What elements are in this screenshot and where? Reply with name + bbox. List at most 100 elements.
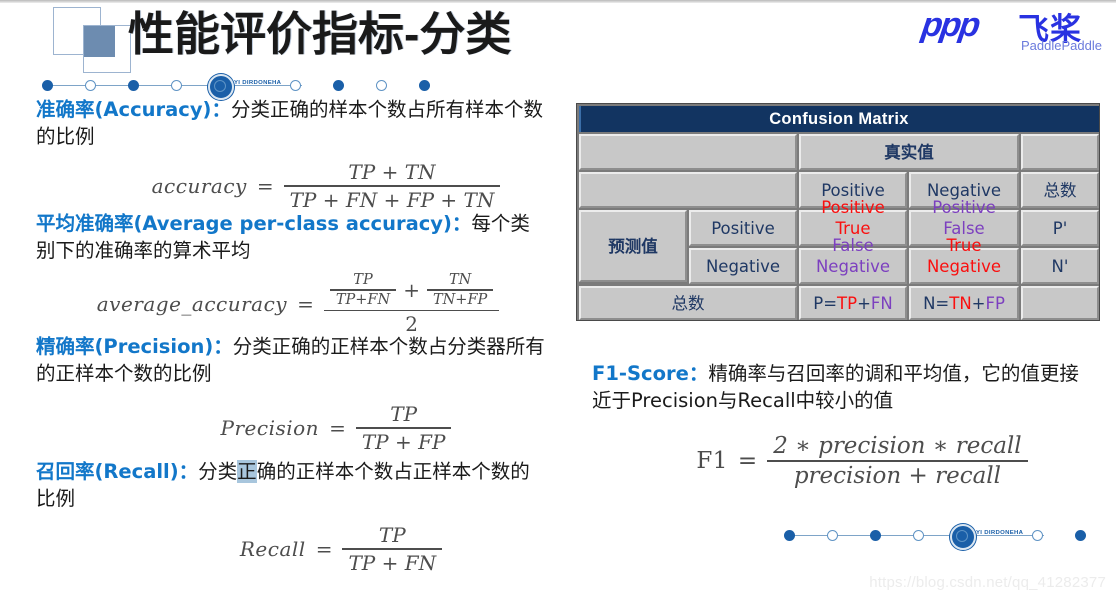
dotline-badge-label: YI DIRDONEHA: [976, 530, 1024, 536]
top-divider: [0, 0, 1116, 3]
cm-corner-blank-top: [579, 134, 797, 170]
dotline-dot: [85, 80, 96, 91]
paddle-logo-mark: ppp: [919, 6, 982, 44]
formula-precision: Precision = TP TP + FP: [126, 401, 546, 455]
cm-tn-line2: Negative: [926, 256, 1002, 276]
cm-tp-line2: Positive: [821, 197, 885, 217]
decor-dotline-top: YI DIRDONEHA: [40, 74, 430, 100]
cm-row-header-negative: Negative: [689, 248, 797, 284]
slide-canvas: 性能评价指标-分类 ppp 飞桨 PaddlePaddle YI DIRDONE…: [0, 0, 1116, 595]
formula-numerator: TP: [390, 402, 418, 426]
page-title: 性能评价指标-分类: [128, 8, 512, 60]
formula-subfraction-left: TP TP+FN: [329, 271, 397, 309]
cm-tn-line1: True: [946, 235, 982, 255]
metric-f1-text: F1-Score：精确率与召回率的调和平均值，它的值更接近于Precision与…: [592, 360, 1092, 414]
formula-accuracy-fraction: TP + TN TP + FN + FP + TN: [283, 159, 501, 213]
cm-row-header-positive: Positive: [689, 210, 797, 246]
equals-sign: =: [329, 415, 346, 440]
cm-cell-p-prime: P': [1021, 210, 1099, 246]
equals-sign: =: [737, 447, 758, 474]
cm-total-p-eq: P=: [813, 293, 838, 313]
formula-denominator: TP + FN + FP + TN: [289, 187, 495, 212]
cm-cell-true-positive-line2: Positive: [799, 196, 907, 218]
formula-average-name: average_accuracy: [96, 291, 288, 316]
cm-col-header-total: 总数: [1021, 172, 1099, 208]
metric-recall: 召回率(Recall)：分类正确的正样本个数占正样本个数的比例 Recall =…: [36, 458, 546, 576]
cm-cell-false-positive-line2: Positive: [909, 196, 1019, 218]
confusion-matrix-title: Confusion Matrix: [579, 106, 1099, 132]
dotline-badge-label: YI DIRDONEHA: [234, 80, 282, 86]
formula-recall: Recall = TP TP + FN: [136, 522, 546, 576]
formula-precision-fraction: TP TP + FP: [355, 401, 452, 455]
cm-total-n-fp: FP: [985, 293, 1005, 313]
cm-total-n-tn: TN: [949, 293, 972, 313]
formula-accuracy: accuracy = TP + TN TP + FN + FP + TN: [106, 159, 546, 213]
metric-accuracy-term: 准确率(Accuracy)：: [36, 98, 231, 121]
cm-total-corner-blank: [1021, 286, 1099, 320]
metric-precision: 精确率(Precision)：分类正确的正样本个数占分类器所有的正样本个数的比例…: [36, 333, 546, 455]
formula-average-accuracy: average_accuracy = TP TP+FN + TN TN+FP 2: [50, 270, 546, 337]
confusion-matrix-table: Confusion Matrix 真实值 Positive Negative 总…: [576, 103, 1100, 321]
cm-total-n-eq: N=: [923, 293, 950, 313]
formula-recall-fraction: TP TP + FN: [342, 522, 443, 576]
cm-row-group-label: 预测值: [579, 210, 687, 282]
formula-numerator: TP: [378, 523, 406, 547]
formula-recall-name: Recall: [239, 536, 306, 561]
formula-precision-name: Precision: [220, 415, 320, 440]
watermark-url: https://blog.csdn.net/qq_41282377: [869, 574, 1106, 591]
dotline-dot: [1075, 530, 1086, 541]
cm-total-negative: N= TN + FP: [909, 286, 1019, 320]
formula-sub-numerator: TP: [353, 272, 373, 288]
formula-numerator: 2 ∗ precision ∗ recall: [773, 433, 1022, 459]
metric-recall-term: 召回率(Recall)：: [36, 460, 199, 483]
formula-sub-denominator: TN+FP: [432, 291, 488, 308]
dotline-dot: [128, 80, 139, 91]
formula-numerator-compound: TP TP+FN + TN TN+FP: [324, 270, 499, 310]
cm-col-group-label: 真实值: [799, 134, 1019, 170]
metric-precision-term: 精确率(Precision)：: [36, 335, 233, 358]
dotline-dot: [333, 80, 344, 91]
formula-average-fraction: TP TP+FN + TN TN+FP 2: [323, 270, 500, 337]
metric-average-term: 平均准确率(Average per-class accuracy)：: [36, 212, 472, 235]
dotline-dot: [827, 530, 838, 541]
formula-denominator: TP + FP: [361, 429, 446, 454]
cm-total-p-fn: FN: [870, 293, 893, 313]
dotline-dot: [1032, 530, 1043, 541]
cm-total-positive: P= TP + FN: [799, 286, 907, 320]
metric-precision-text: 精确率(Precision)：分类正确的正样本个数占分类器所有的正样本个数的比例: [36, 333, 546, 387]
cm-total-p-tp: TP: [837, 293, 858, 313]
equals-sign: =: [315, 536, 333, 561]
metric-average-accuracy: 平均准确率(Average per-class accuracy)：每个类别下的…: [36, 210, 546, 337]
dotline-dot: [419, 80, 430, 91]
dotline-dot: [171, 80, 182, 91]
equals-sign: =: [256, 173, 274, 198]
plus-sign: +: [403, 277, 420, 302]
equals-sign: =: [297, 291, 314, 316]
cm-total-row-label: 总数: [579, 286, 797, 320]
formula-denominator: TP + FN: [348, 550, 437, 575]
formula-subfraction-right: TN TN+FP: [426, 271, 494, 309]
metric-recall-text: 召回率(Recall)：分类正确的正样本个数占正样本个数的比例: [36, 458, 546, 512]
cm-cell-n-prime: N': [1021, 248, 1099, 284]
metric-recall-highlight: 正: [237, 460, 257, 483]
metric-recall-desc-pre: 分类: [198, 460, 238, 483]
formula-f1: F1 = 2 ∗ precision ∗ recall precision + …: [632, 432, 1092, 490]
dotline-dot: [290, 80, 301, 91]
dotline-dot: [913, 530, 924, 541]
cm-cell-true-negative-line1: True: [909, 234, 1019, 256]
metric-accuracy-text: 准确率(Accuracy)：分类正确的样本个数占所有样本个数的比例: [36, 96, 546, 150]
dotline-dot: [784, 530, 795, 541]
dotline-dot: [376, 80, 387, 91]
cm-corner-blank-topright: [1021, 134, 1099, 170]
dotline-dot: [42, 80, 53, 91]
formula-f1-fraction: 2 ∗ precision ∗ recall precision + recal…: [767, 432, 1028, 490]
metric-f1-term: F1-Score：: [592, 362, 709, 385]
decor-dotline-bottom: YI DIRDONEHA: [782, 524, 1086, 550]
formula-numerator: TP + TN: [348, 160, 436, 184]
square-outline-lower: [83, 25, 131, 73]
dotline-badge-icon: [950, 524, 976, 550]
cm-fp-line2: Positive: [932, 197, 996, 217]
formula-accuracy-name: accuracy: [151, 173, 247, 198]
formula-f1-name: F1: [696, 447, 728, 474]
cm-fn-line2: Negative: [815, 256, 891, 276]
